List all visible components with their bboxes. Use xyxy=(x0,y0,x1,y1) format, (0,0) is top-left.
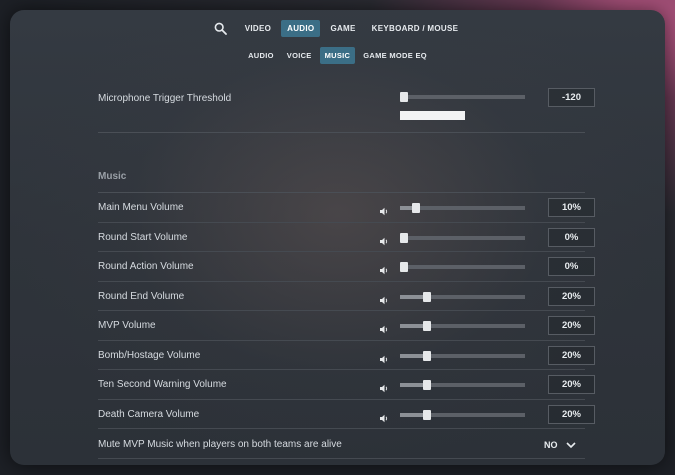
volume-value[interactable]: 20% xyxy=(548,375,595,394)
volume-row: Ten Second Warning Volume 20% xyxy=(98,370,595,400)
tab-video[interactable]: VIDEO xyxy=(239,20,277,37)
slider-thumb[interactable] xyxy=(400,232,408,243)
volume-row: Main Menu Volume 10% xyxy=(98,193,595,223)
tab-game[interactable]: GAME xyxy=(324,20,361,37)
mic-threshold-label: Microphone Trigger Threshold xyxy=(98,93,232,104)
mute-mvp-label: Mute MVP Music when players on both team… xyxy=(98,439,342,450)
speaker-icon xyxy=(380,321,390,334)
tab-audio[interactable]: AUDIO xyxy=(281,19,321,37)
top-navigation: VIDEO AUDIO GAME KEYBOARD / MOUSE xyxy=(10,18,665,38)
volume-slider[interactable] xyxy=(400,232,525,243)
volume-value[interactable]: 0% xyxy=(548,227,595,247)
speaker-icon xyxy=(380,410,390,422)
volume-slider[interactable] xyxy=(400,350,525,361)
volume-slider[interactable] xyxy=(400,380,525,390)
volume-value[interactable]: 20% xyxy=(548,286,595,306)
volume-row: Round Action Volume 0% xyxy=(98,252,595,282)
mute-mvp-value: NO xyxy=(544,440,558,450)
slider-thumb[interactable] xyxy=(400,92,408,102)
mute-mvp-row: Mute MVP Music when players on both team… xyxy=(98,429,585,459)
slider-thumb[interactable] xyxy=(423,380,431,390)
volume-slider[interactable] xyxy=(400,291,525,302)
slider-thumb[interactable] xyxy=(423,321,431,331)
volume-value[interactable]: 10% xyxy=(548,198,595,217)
slider-thumb[interactable] xyxy=(423,409,431,420)
slider-thumb[interactable] xyxy=(423,291,431,302)
sub-navigation: AUDIO VOICE MUSIC GAME MODE EQ xyxy=(10,46,665,64)
volume-row: Death Camera Volume 20% xyxy=(98,400,595,429)
volume-label: Main Menu Volume xyxy=(98,202,184,213)
volume-label: MVP Volume xyxy=(98,320,156,331)
music-section-title: Music xyxy=(98,171,127,182)
volume-label: Bomb/Hostage Volume xyxy=(98,349,201,361)
slider-thumb[interactable] xyxy=(400,262,408,272)
slider-thumb[interactable] xyxy=(423,350,431,361)
speaker-icon xyxy=(380,351,390,363)
mic-threshold-row: Microphone Trigger Threshold -120 xyxy=(98,74,595,132)
volume-label: Round Start Volume xyxy=(98,231,188,243)
volume-slider[interactable] xyxy=(400,203,525,213)
volume-value[interactable]: 0% xyxy=(548,257,595,276)
volume-label: Ten Second Warning Volume xyxy=(98,379,227,390)
speaker-icon xyxy=(380,233,390,245)
volume-row: Bomb/Hostage Volume 20% xyxy=(98,341,595,370)
volume-slider[interactable] xyxy=(400,321,525,331)
volume-row: Round End Volume 20% xyxy=(98,282,595,311)
settings-content: Microphone Trigger Threshold -120 Music … xyxy=(98,74,595,459)
subtab-music[interactable]: MUSIC xyxy=(319,46,356,64)
volume-label: Round Action Volume xyxy=(98,261,194,272)
slider-thumb[interactable] xyxy=(412,203,420,213)
mute-mvp-dropdown[interactable]: NO xyxy=(544,436,576,454)
volume-row: MVP Volume 20% xyxy=(98,311,595,341)
volume-slider[interactable] xyxy=(400,262,525,272)
speaker-icon xyxy=(380,262,390,275)
subtab-voice[interactable]: VOICE xyxy=(282,47,317,64)
search-icon[interactable] xyxy=(211,18,231,38)
mic-level-meter xyxy=(400,111,465,120)
section-divider xyxy=(98,132,585,133)
volume-value[interactable]: 20% xyxy=(548,404,595,424)
volume-slider[interactable] xyxy=(400,409,525,420)
speaker-icon xyxy=(380,203,390,216)
speaker-icon xyxy=(380,292,390,304)
settings-panel: VIDEO AUDIO GAME KEYBOARD / MOUSE AUDIO … xyxy=(10,10,665,465)
volume-label: Death Camera Volume xyxy=(98,408,200,420)
mic-threshold-value[interactable]: -120 xyxy=(548,88,595,107)
tab-keyboard-mouse[interactable]: KEYBOARD / MOUSE xyxy=(366,20,465,37)
volume-value[interactable]: 20% xyxy=(548,316,595,335)
volume-row: Round Start Volume 0% xyxy=(98,223,595,252)
chevron-down-icon xyxy=(565,436,576,454)
mic-threshold-slider[interactable] xyxy=(400,92,525,102)
volume-value[interactable]: 20% xyxy=(548,345,595,365)
subtab-audio[interactable]: AUDIO xyxy=(243,47,279,64)
volume-label: Round End Volume xyxy=(98,290,185,302)
subtab-game-mode-eq[interactable]: GAME MODE EQ xyxy=(358,47,432,64)
speaker-icon xyxy=(380,380,390,393)
